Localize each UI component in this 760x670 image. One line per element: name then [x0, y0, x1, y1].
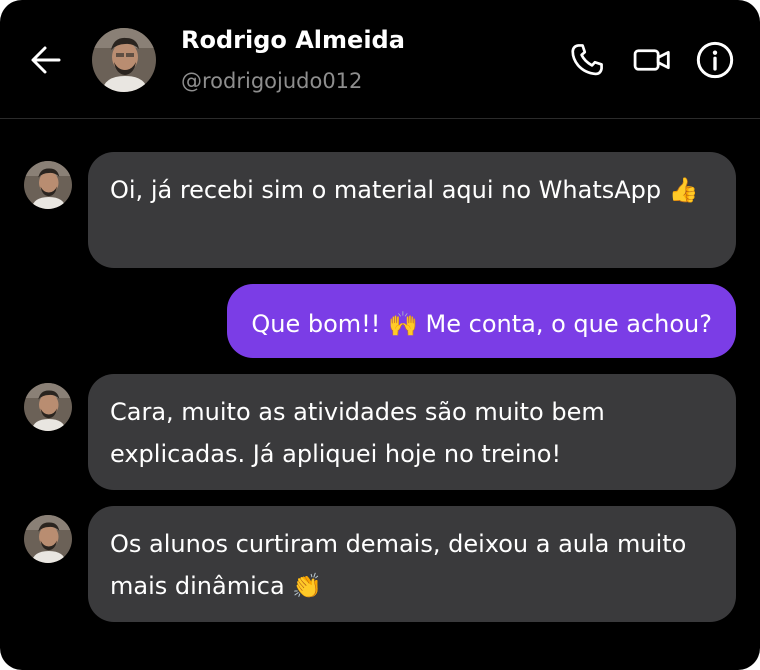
chat-window: Rodrigo Almeida @rodrigojudo012 Oi, já r…: [0, 0, 760, 670]
contact-avatar[interactable]: [92, 28, 156, 92]
arrow-left-icon: [31, 46, 61, 74]
incoming-message[interactable]: Cara, muito as atividades são muito bem …: [88, 374, 736, 490]
video-camera-icon: [633, 49, 670, 71]
chat-header: Rodrigo Almeida @rodrigojudo012: [0, 0, 760, 119]
call-button[interactable]: [567, 40, 607, 80]
back-button[interactable]: [28, 42, 64, 78]
contact-name[interactable]: Rodrigo Almeida: [181, 26, 405, 54]
incoming-message[interactable]: Oi, já recebi sim o material aqui no Wha…: [88, 152, 736, 268]
info-button[interactable]: [695, 40, 735, 80]
video-call-button[interactable]: [632, 40, 672, 80]
incoming-message[interactable]: Os alunos curtiram demais, deixou a aula…: [88, 506, 736, 622]
message-avatar[interactable]: [24, 161, 72, 209]
contact-handle: @rodrigojudo012: [181, 69, 363, 93]
outgoing-message[interactable]: Que bom!! 🙌 Me conta, o que achou?: [227, 284, 736, 358]
phone-icon: [571, 44, 603, 76]
message-avatar[interactable]: [24, 383, 72, 431]
info-icon: [696, 41, 734, 79]
message-avatar[interactable]: [24, 515, 72, 563]
